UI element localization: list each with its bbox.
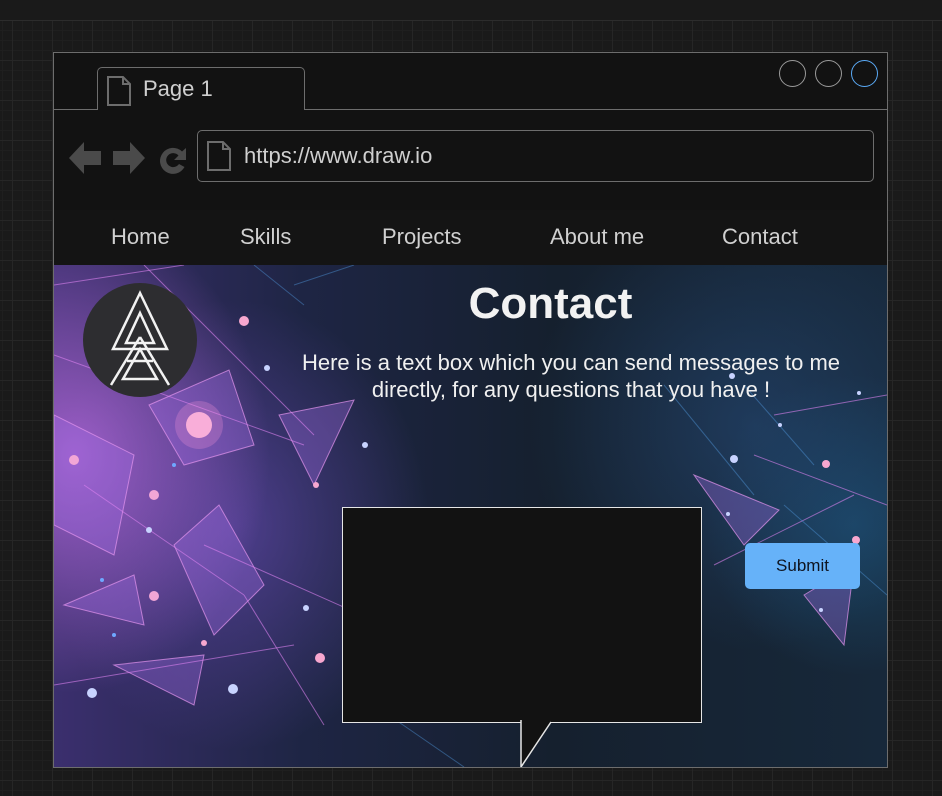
nav-item-skills[interactable]: Skills <box>240 224 291 250</box>
url-text: https://www.draw.io <box>244 143 433 168</box>
speech-bubble-tail-icon <box>520 720 552 767</box>
nav-item-contact[interactable]: Contact <box>722 224 798 250</box>
speech-bubble-tail <box>341 720 381 767</box>
site-nav: Home Skills Projects About me Contact <box>54 210 887 265</box>
browser-tab[interactable]: Page 1 <box>97 67 305 110</box>
navigation-controls <box>69 142 186 174</box>
tab-label: Page 1 <box>143 76 213 101</box>
address-bar[interactable]: https://www.draw.io <box>197 130 874 182</box>
message-input[interactable] <box>342 507 702 723</box>
document-icon <box>207 141 231 171</box>
submit-button[interactable]: Submit <box>745 543 860 589</box>
window-button-minimize[interactable] <box>779 60 806 87</box>
contact-hero: Contact Here is a text box which you can… <box>54 265 887 767</box>
back-arrow-icon[interactable] <box>69 142 101 174</box>
page-title: Contact <box>468 279 633 328</box>
contact-description: Here is a text box which you can send me… <box>301 350 841 402</box>
window-button-close[interactable] <box>851 60 878 87</box>
browser-window: Page 1 https://www.draw.io Home Skills P… <box>53 52 888 768</box>
window-button-maximize[interactable] <box>815 60 842 87</box>
document-icon <box>107 76 131 106</box>
nav-item-projects[interactable]: Projects <box>382 224 461 250</box>
top-toolbar-strip <box>0 0 942 21</box>
nav-item-about-me[interactable]: About me <box>550 224 644 250</box>
nav-item-home[interactable]: Home <box>111 224 170 250</box>
forward-arrow-icon[interactable] <box>113 142 145 174</box>
refresh-icon[interactable] <box>160 147 186 174</box>
